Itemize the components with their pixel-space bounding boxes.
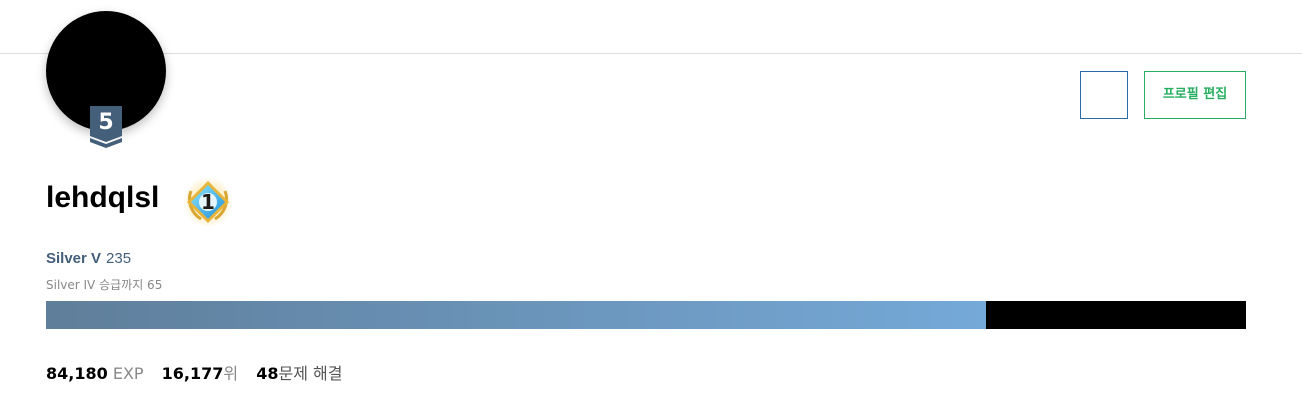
- profile-page: 5 프로필 편집 lehdqlsl 1 Silver V 235 Silver …: [0, 0, 1302, 401]
- solved-value: 48: [256, 364, 279, 383]
- class-badge: 1: [183, 177, 235, 229]
- rank-stat: 16,177위: [162, 364, 238, 383]
- class-badge-number: 1: [201, 190, 215, 214]
- solved-unit: 문제 해결: [278, 364, 343, 383]
- tier-line: Silver V 235: [46, 250, 131, 268]
- level-number: 5: [98, 110, 114, 135]
- exp-stat: 84,180 EXP: [46, 364, 144, 383]
- tier-progress-fill: [46, 301, 986, 329]
- next-tier-info: Silver IV 승급까지 65: [46, 278, 163, 292]
- edit-profile-button[interactable]: 프로필 편집: [1144, 71, 1246, 119]
- rank-value: 16,177: [161, 364, 224, 383]
- level-badge: 5: [88, 106, 124, 148]
- tier-progress-bar: [46, 301, 1246, 329]
- solved-stat: 48문제 해결: [256, 364, 342, 383]
- exp-value: 84,180: [46, 364, 108, 383]
- exp-unit: EXP: [112, 364, 144, 383]
- stats-line: 84,180 EXP 16,177위 48문제 해결: [46, 364, 355, 384]
- header-divider: [0, 53, 1302, 54]
- tier-name: Silver V: [46, 250, 102, 267]
- rank-unit: 위: [223, 364, 239, 383]
- icon-button[interactable]: [1080, 71, 1128, 119]
- username: lehdqlsl: [46, 181, 160, 214]
- tier-rating: 235: [106, 250, 132, 267]
